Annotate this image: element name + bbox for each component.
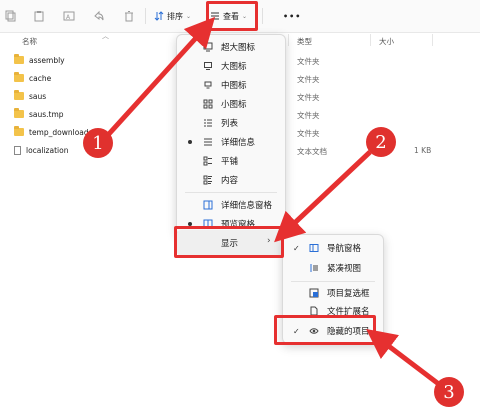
step-badge-3: 3: [434, 377, 464, 407]
arrow-1: [106, 16, 216, 137]
step-badge-2: 2: [366, 127, 396, 157]
arrow-2: [274, 150, 372, 243]
arrow-3: [366, 328, 442, 387]
annotation-arrows: [106, 16, 442, 387]
step-badge-1: 1: [83, 128, 113, 158]
